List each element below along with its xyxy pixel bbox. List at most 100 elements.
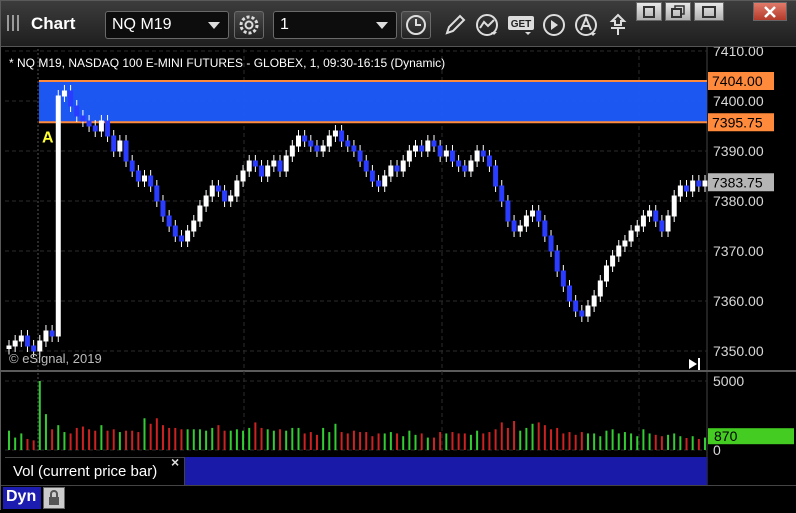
play-icon [543, 14, 565, 36]
candle-body [548, 235, 554, 252]
candle-body [468, 160, 474, 172]
candle-body [74, 105, 80, 117]
candle-body [49, 330, 55, 337]
candle-body [105, 120, 111, 137]
candle-body [684, 185, 690, 192]
lock-button[interactable] [43, 487, 65, 509]
copyright-text: © eSignal, 2019 [9, 351, 102, 366]
time-template-button[interactable] [401, 11, 431, 39]
candle-body [628, 230, 634, 242]
candle-body [499, 185, 505, 202]
settings-button[interactable] [234, 11, 264, 39]
candle-body [357, 150, 363, 162]
candle-body [185, 230, 191, 242]
candle-body [289, 145, 295, 157]
candle-body [203, 195, 209, 207]
zone-upper-label: 7404.00 [712, 73, 763, 89]
chevron-down-icon[interactable] [208, 22, 220, 29]
candle-body [610, 255, 616, 267]
candle-body [123, 140, 129, 162]
candle-body [382, 175, 388, 187]
candle-body [634, 225, 640, 232]
candle-body [400, 160, 406, 172]
candle-body [493, 165, 499, 187]
candle-body [376, 180, 382, 187]
lock-icon [49, 490, 59, 505]
zone-marker-label: A [42, 129, 54, 146]
zone-band [39, 81, 707, 123]
dynamic-mode-button[interactable]: Dyn [3, 487, 41, 509]
candle-body [363, 160, 369, 172]
cursor-button[interactable] [605, 12, 631, 38]
chart-info-text: * NQ M19, NASDAQ 100 E-MINI FUTURES - GL… [9, 56, 446, 70]
symbol-value: NQ M19 [112, 16, 172, 33]
get-button[interactable]: GET [507, 12, 534, 38]
maximize-button[interactable] [694, 2, 724, 21]
candle-body [160, 200, 166, 217]
candle-body [222, 190, 228, 202]
candle-body [431, 140, 437, 147]
candle-body [530, 210, 536, 217]
candle-body [68, 90, 74, 107]
candle-body [12, 340, 18, 347]
candle-body [671, 195, 677, 217]
close-study-icon[interactable]: × [171, 454, 179, 470]
candle-body [505, 200, 511, 222]
candle-body [665, 215, 671, 232]
candle-body [413, 145, 419, 152]
price-tick-label: 7390.00 [713, 143, 764, 159]
study-button[interactable] [474, 12, 500, 38]
candle-body [61, 90, 67, 97]
candle-body [320, 145, 326, 152]
candle-body [172, 225, 178, 237]
pencil-icon [445, 14, 466, 35]
volume-label-strip [185, 457, 707, 485]
time-axis-bar [1, 485, 796, 511]
candle-body [215, 185, 221, 192]
candle-body [419, 145, 425, 152]
close-icon [764, 6, 776, 18]
draw-tool-button[interactable] [442, 12, 468, 38]
candle-body [425, 140, 431, 152]
candle-body [197, 205, 203, 222]
candle-body [80, 115, 86, 122]
candle-body [480, 150, 486, 157]
candle-body [474, 150, 480, 162]
candle-body [523, 215, 529, 227]
candle-body [486, 155, 492, 167]
candle-body [43, 330, 49, 342]
symbol-input[interactable]: NQ M19 [105, 11, 229, 39]
interval-input[interactable]: 1 [273, 11, 397, 39]
candle-body [536, 210, 542, 222]
candle-body [406, 150, 412, 162]
restore-icon [643, 6, 655, 18]
candle-body [18, 335, 24, 342]
candle-body [129, 160, 135, 172]
alert-button[interactable] [573, 12, 599, 38]
candle-body [640, 215, 646, 227]
price-chart[interactable]: 7410.00 7400.00 7390.00 7380.00 7370.00 7360.… [1, 47, 796, 485]
close-button[interactable] [753, 2, 787, 21]
play-button[interactable] [541, 12, 567, 38]
chevron-down-icon[interactable] [376, 22, 388, 29]
current-volume-label: 870 [714, 428, 738, 444]
candle-body [98, 120, 104, 132]
restore-button[interactable] [665, 2, 691, 21]
get-label: GET [511, 19, 532, 30]
drag-grip-icon[interactable] [7, 15, 25, 31]
candle-body [277, 160, 283, 172]
candle-body [326, 135, 332, 147]
price-tick-label: 7370.00 [713, 243, 764, 259]
candle-body [111, 135, 117, 152]
link-button[interactable] [636, 2, 662, 21]
candle-body [332, 130, 338, 137]
candle-body [369, 170, 375, 182]
candle-body [271, 160, 277, 167]
price-tick-label: 7380.00 [713, 193, 764, 209]
candle-body [622, 240, 628, 247]
candle-body [117, 140, 123, 152]
maximize-icon [702, 6, 716, 18]
candle-body [579, 310, 585, 317]
candle-body [351, 145, 357, 152]
restore-down-icon [671, 5, 685, 18]
